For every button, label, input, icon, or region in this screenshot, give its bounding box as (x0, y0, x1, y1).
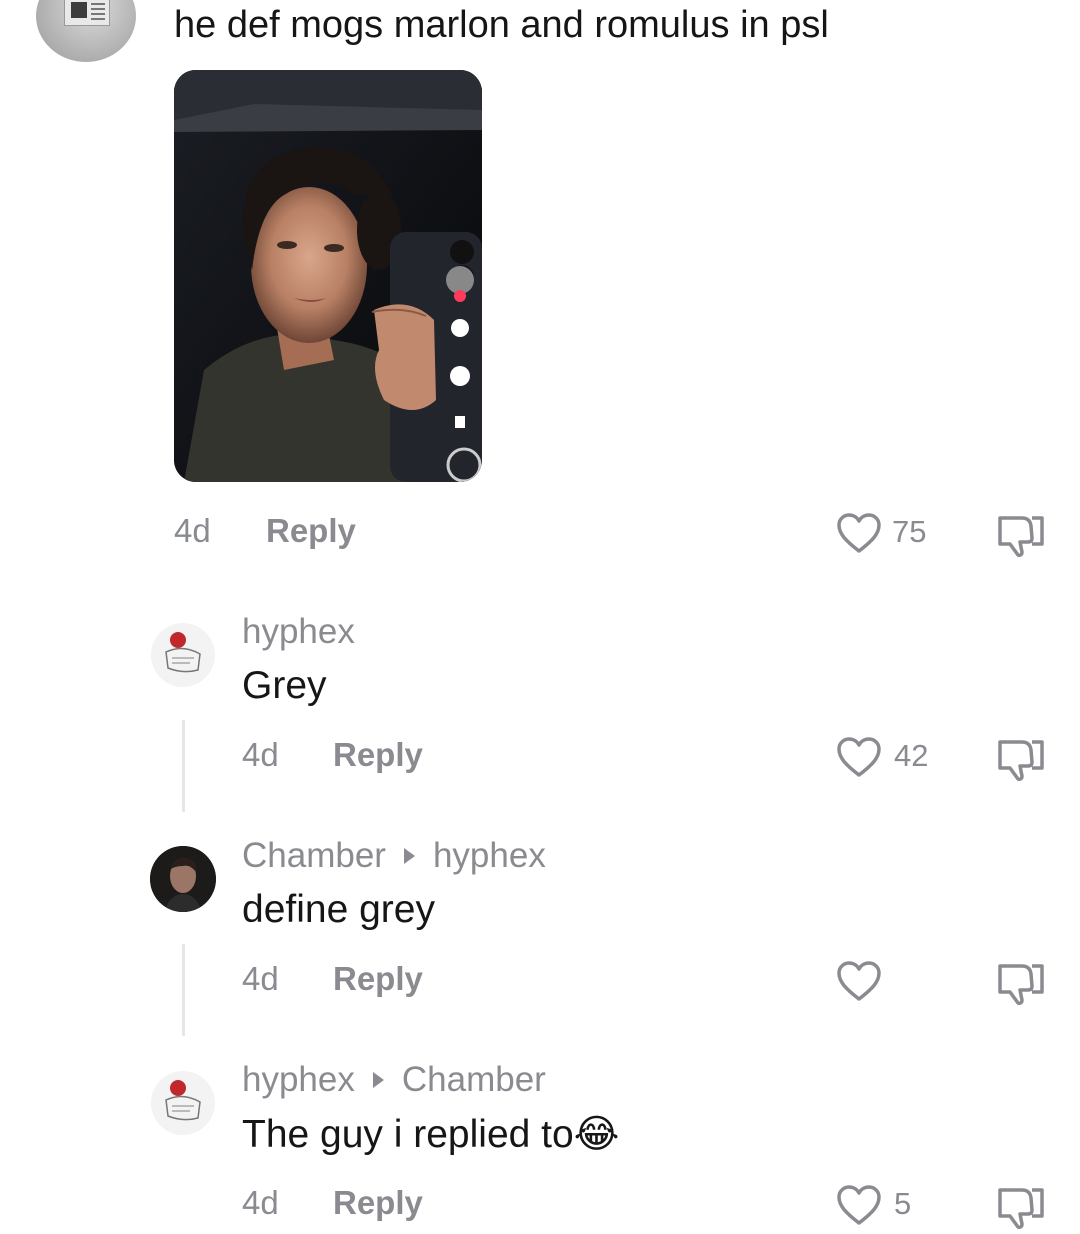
reply-username[interactable]: hyphex (242, 612, 355, 652)
comment-text: he def mogs marlon and romulus in psl (174, 4, 829, 46)
reply-to-username[interactable]: Chamber (402, 1060, 546, 1099)
reply-text: Grey (242, 664, 327, 707)
thumbs-down-icon[interactable] (996, 512, 1046, 558)
commenter-avatar[interactable] (36, 0, 136, 62)
thumbs-down-icon[interactable] (996, 960, 1046, 1006)
triangle-right-icon (403, 847, 415, 864)
reply-to-username[interactable]: hyphex (433, 836, 546, 875)
like-count: 5 (894, 1186, 912, 1221)
reply-text-content: The guy i replied to (242, 1113, 574, 1156)
reply-button[interactable]: Reply (333, 960, 423, 998)
reply-avatar-hyphex[interactable] (150, 1070, 216, 1136)
like-count: 42 (894, 738, 929, 773)
username-label[interactable]: hyphex (242, 1060, 355, 1099)
reply-username[interactable]: Chamber hyphex (242, 836, 546, 876)
thread-line (182, 944, 185, 1036)
thumbs-down-icon[interactable] (996, 1184, 1046, 1230)
reply-avatar-hyphex[interactable] (150, 622, 216, 688)
heart-outline-icon[interactable] (836, 960, 882, 1002)
comment-video-thumbnail[interactable] (174, 70, 482, 482)
reply-text: define grey (242, 888, 435, 931)
reply-text: The guy i replied to😂 (242, 1112, 619, 1157)
username-label[interactable]: hyphex (242, 612, 355, 651)
heart-outline-icon[interactable] (836, 512, 882, 554)
reply-button[interactable]: Reply (333, 1184, 423, 1222)
reply-timestamp: 4d (242, 736, 279, 773)
heart-outline-icon[interactable] (836, 1184, 882, 1226)
like-count: 75 (892, 514, 927, 549)
reply-button[interactable]: Reply (266, 512, 356, 550)
username-label[interactable]: Chamber (242, 836, 386, 875)
avatar-image (64, 0, 110, 26)
comment-timestamp: 4d (174, 512, 211, 549)
reply-timestamp: 4d (242, 1184, 279, 1221)
thumbs-down-icon[interactable] (996, 736, 1046, 782)
reply-timestamp: 4d (242, 960, 279, 997)
reply-avatar-chamber[interactable] (150, 846, 216, 912)
reply-username[interactable]: hyphex Chamber (242, 1060, 546, 1100)
laughing-emoji-icon: 😂 (573, 1113, 620, 1156)
reply-button[interactable]: Reply (333, 736, 423, 774)
triangle-right-icon (372, 1071, 384, 1088)
heart-outline-icon[interactable] (836, 736, 882, 778)
thread-line (182, 720, 185, 812)
